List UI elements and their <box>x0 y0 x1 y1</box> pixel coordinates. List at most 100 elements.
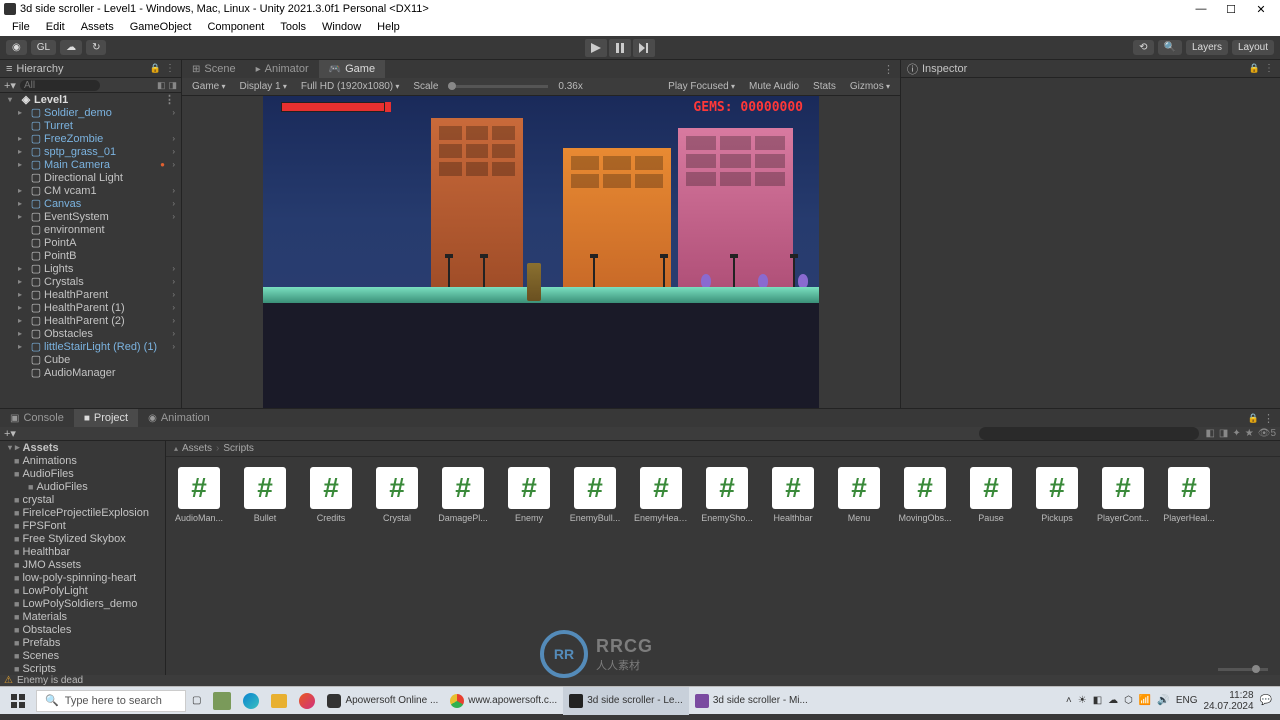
menu-assets[interactable]: Assets <box>73 21 122 33</box>
menu-help[interactable]: Help <box>369 21 408 33</box>
folder-item[interactable]: ■crystal <box>0 493 165 506</box>
asset-item[interactable]: #Enemy <box>506 467 552 523</box>
asset-item[interactable]: #EnemyHeal... <box>638 467 684 523</box>
hierarchy-item[interactable]: ▸▢littleStairLight (Red) (1)› <box>0 340 181 353</box>
hierarchy-item[interactable]: ▢PointB <box>0 249 181 262</box>
filter-icon-4[interactable]: ★ <box>1245 428 1254 439</box>
pause-button[interactable] <box>609 39 631 57</box>
tray-volume-icon[interactable]: 🔊 <box>1157 695 1169 706</box>
hierarchy-item[interactable]: ▢AudioManager <box>0 366 181 379</box>
tray-icon-3[interactable]: ☁ <box>1108 695 1118 706</box>
asset-item[interactable]: #MovingObs... <box>902 467 948 523</box>
account-button[interactable]: ◉ <box>6 40 27 55</box>
filter-icon-2[interactable]: ◨ <box>1219 428 1228 439</box>
clock[interactable]: 11:28 24.07.2024 <box>1203 690 1253 712</box>
pinned-explorer[interactable] <box>265 687 293 715</box>
hierarchy-item[interactable]: ▸▢Soldier_demo› <box>0 106 181 119</box>
menu-window[interactable]: Window <box>314 21 369 33</box>
folder-item[interactable]: ■Scripts <box>0 662 165 675</box>
taskbar-search[interactable]: 🔍 Type here to search <box>36 690 186 712</box>
hierarchy-item[interactable]: ▢PointA <box>0 236 181 249</box>
hierarchy-item[interactable]: ▸▢HealthParent (1)› <box>0 301 181 314</box>
hierarchy-menu-icon[interactable]: ⋮ <box>165 63 175 74</box>
hierarchy-search[interactable] <box>20 80 100 91</box>
history-button[interactable]: ↻ <box>86 40 106 55</box>
hidden-count[interactable]: 👁5 <box>1258 428 1276 439</box>
zoom-slider[interactable] <box>1218 668 1268 671</box>
inspector-menu-icon[interactable]: ⋮ <box>1264 63 1274 74</box>
folder-item[interactable]: ■LowPolySoldiers_demo <box>0 597 165 610</box>
inspector-lock-icon[interactable]: 🔒 <box>1249 63 1260 74</box>
menu-tools[interactable]: Tools <box>272 21 314 33</box>
mute-audio-toggle[interactable]: Mute Audio <box>745 81 803 92</box>
maximize-button[interactable]: ☐ <box>1216 3 1246 16</box>
hierarchy-item[interactable]: ▸▢Main Camera●› <box>0 158 181 171</box>
hierarchy-item[interactable]: ▸▢EventSystem› <box>0 210 181 223</box>
hierarchy-item[interactable]: ▸▢Obstacles› <box>0 327 181 340</box>
undo-history-icon[interactable]: ⟲ <box>1133 40 1153 55</box>
filter-icon-3[interactable]: ✦ <box>1232 428 1240 439</box>
pinned-firefox[interactable] <box>293 687 321 715</box>
tab-animator[interactable]: ▸Animator <box>246 60 319 78</box>
gl-dropdown[interactable]: GL <box>31 40 56 55</box>
pinned-edge[interactable] <box>237 687 265 715</box>
tray-icon-1[interactable]: ☀ <box>1078 695 1087 706</box>
bottom-menu-icon[interactable]: ⋮ <box>1263 412 1274 425</box>
asset-item[interactable]: #PlayerHeal... <box>1166 467 1212 523</box>
folder-item[interactable]: ■FireIceProjectileExplosion <box>0 506 165 519</box>
close-button[interactable]: ✕ <box>1246 3 1276 16</box>
hierarchy-item[interactable]: ▸▢HealthParent› <box>0 288 181 301</box>
folder-item[interactable]: ■Healthbar <box>0 545 165 558</box>
hierarchy-item[interactable]: ▸▢FreeZombie› <box>0 132 181 145</box>
start-button[interactable] <box>0 687 36 715</box>
folder-item[interactable]: ■AudioFiles <box>0 467 165 480</box>
task-apowersoft[interactable]: Apowersoft Online ... <box>321 687 444 715</box>
folder-item[interactable]: ■AudioFiles <box>0 480 165 493</box>
asset-item[interactable]: #AudioMan... <box>176 467 222 523</box>
hierarchy-lock-icon[interactable]: 🔒 <box>150 63 161 74</box>
center-menu-icon[interactable]: ⋮ <box>883 63 894 76</box>
tab-project[interactable]: ■Project <box>74 409 138 427</box>
folder-item[interactable]: ■Prefabs <box>0 636 165 649</box>
hierarchy-item[interactable]: ▢environment <box>0 223 181 236</box>
gizmos-dropdown[interactable]: Gizmos <box>846 81 894 92</box>
tray-wifi-icon[interactable]: 📶 <box>1139 695 1151 706</box>
assets-root[interactable]: ▾ ▸ Assets <box>0 441 165 454</box>
tab-animation[interactable]: ◉Animation <box>138 409 220 427</box>
layers-dropdown[interactable]: Layers <box>1186 40 1228 55</box>
task-chrome[interactable]: www.apowersoft.c... <box>444 687 563 715</box>
add-button[interactable]: +▾ <box>4 79 16 92</box>
folder-item[interactable]: ■JMO Assets <box>0 558 165 571</box>
menu-component[interactable]: Component <box>199 21 272 33</box>
folder-item[interactable]: ■Free Stylized Skybox <box>0 532 165 545</box>
resolution-dropdown[interactable]: Full HD (1920x1080) <box>297 81 404 92</box>
hierarchy-filter2-icon[interactable]: ◨ <box>168 80 177 91</box>
search-icon[interactable]: 🔍 <box>1158 40 1182 55</box>
asset-item[interactable]: #Menu <box>836 467 882 523</box>
pinned-app-1[interactable] <box>207 687 237 715</box>
scene-root[interactable]: ▾ ◈ Level1 ⋮ <box>0 93 181 106</box>
asset-item[interactable]: #PlayerCont... <box>1100 467 1146 523</box>
tray-icon-4[interactable]: ⬡ <box>1124 695 1133 706</box>
step-button[interactable] <box>633 39 655 57</box>
menu-file[interactable]: File <box>4 21 38 33</box>
asset-item[interactable]: #Healthbar <box>770 467 816 523</box>
asset-item[interactable]: #DamagePl... <box>440 467 486 523</box>
bottom-lock-icon[interactable]: 🔒 <box>1248 413 1259 424</box>
folder-item[interactable]: ■Animations <box>0 454 165 467</box>
folder-item[interactable]: ■low-poly-spinning-heart <box>0 571 165 584</box>
stats-toggle[interactable]: Stats <box>809 81 840 92</box>
breadcrumb-assets[interactable]: Assets <box>182 443 212 454</box>
play-button[interactable] <box>585 39 607 57</box>
project-add-button[interactable]: +▾ <box>4 427 16 440</box>
menu-edit[interactable]: Edit <box>38 21 73 33</box>
tray-up-icon[interactable]: ˄ <box>1066 695 1072 706</box>
play-focused-dropdown[interactable]: Play Focused <box>664 81 739 92</box>
tab-game[interactable]: 🎮Game <box>319 60 385 78</box>
project-search[interactable] <box>979 427 1199 440</box>
hierarchy-item[interactable]: ▸▢HealthParent (2)› <box>0 314 181 327</box>
minimize-button[interactable]: — <box>1186 3 1216 15</box>
asset-item[interactable]: #Credits <box>308 467 354 523</box>
task-view-button[interactable]: ▢ <box>186 687 207 715</box>
task-unity[interactable]: 3d side scroller - Le... <box>563 687 689 715</box>
